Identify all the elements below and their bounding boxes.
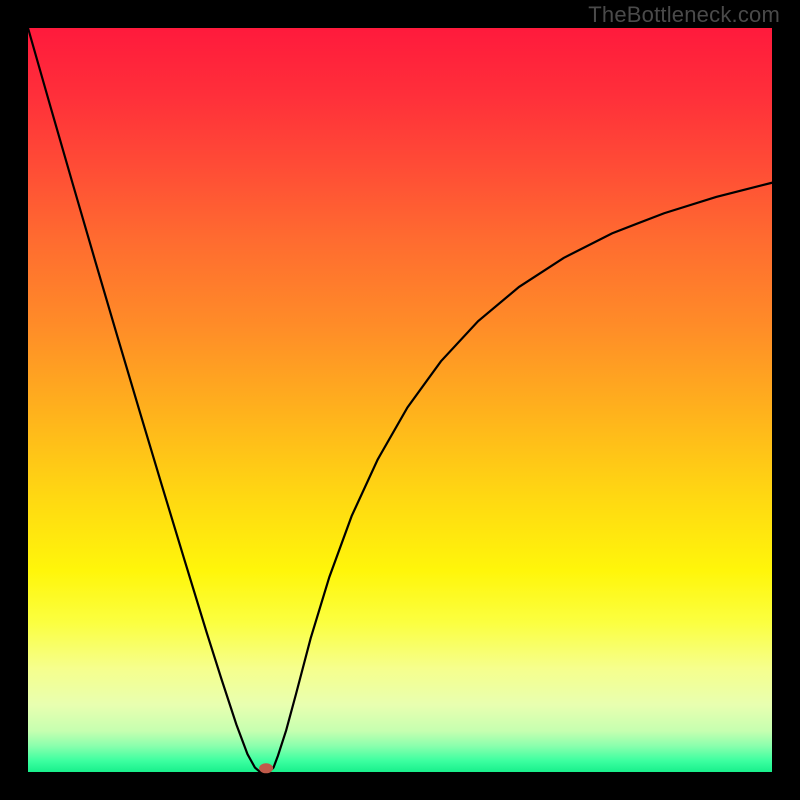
watermark-label: TheBottleneck.com bbox=[588, 2, 780, 28]
chart-frame: TheBottleneck.com bbox=[0, 0, 800, 800]
plot-area bbox=[28, 28, 772, 772]
bottleneck-chart bbox=[0, 0, 800, 800]
bottleneck-point-marker bbox=[259, 763, 273, 773]
